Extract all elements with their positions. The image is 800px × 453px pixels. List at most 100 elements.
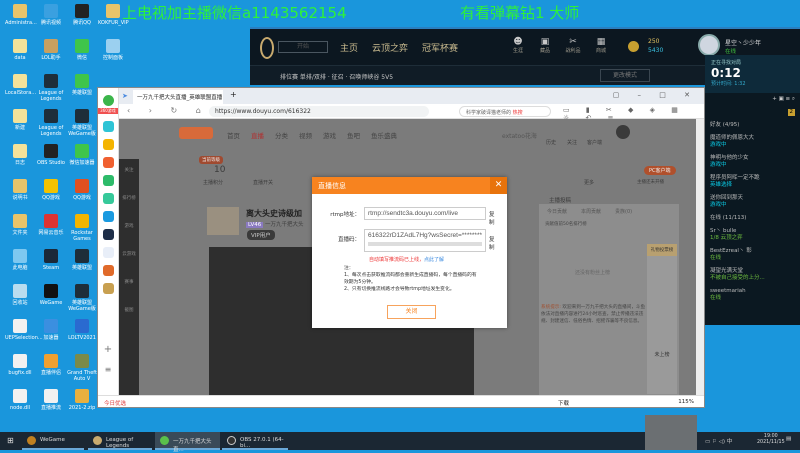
loot-icon[interactable]: ✂ 战利品 xyxy=(562,37,584,54)
desktop-icon[interactable]: 英雄联盟WeGame版 xyxy=(67,284,97,312)
nav-home[interactable]: 主页 xyxy=(340,41,358,54)
window-controls[interactable]: ▢ – □ ✕ xyxy=(613,91,698,99)
taskbar-obs[interactable]: OBS 27.0.1 (64-bi... xyxy=(222,432,288,450)
add-icon[interactable]: + xyxy=(98,344,118,355)
tab-noble[interactable]: 贵族(0) xyxy=(615,208,632,215)
desktop-icon[interactable]: 腾讯QQ xyxy=(67,4,97,26)
collection-icon[interactable]: ▣ 藏品 xyxy=(534,37,556,54)
desktop-icon[interactable]: WeGame xyxy=(36,284,66,306)
ime-indicator[interactable]: 中 xyxy=(727,439,733,445)
client-link[interactable]: 客户端 xyxy=(587,139,602,146)
code-scrollbar[interactable] xyxy=(368,242,482,246)
page-nav-item[interactable]: 分类 xyxy=(275,130,288,140)
desktop-icon[interactable]: LOL助手 xyxy=(36,39,66,61)
desktop-icon[interactable]: 英雄联盟 xyxy=(67,74,97,96)
notification-icon[interactable]: ▤ xyxy=(786,436,791,442)
left-nav-item[interactable]: 截图 xyxy=(119,299,139,327)
copy-rtmp-button[interactable]: 复制 xyxy=(489,210,495,226)
desktop-icon[interactable]: LOLTV2021 xyxy=(67,319,97,341)
game-app-icon[interactable] xyxy=(102,229,114,240)
browser-logo-icon[interactable] xyxy=(102,95,114,106)
friend-item[interactable]: 魔道师的佩恩大大 游戏中 xyxy=(705,132,800,152)
desktop-icon[interactable]: 英雄联盟WeGame版 xyxy=(67,109,97,137)
anchor-rank-link[interactable]: 主播投稿 xyxy=(549,196,571,204)
desktop-icon[interactable]: League of Legends xyxy=(36,109,66,137)
desktop-icon[interactable]: 英雄联盟 xyxy=(67,249,97,271)
game2-icon[interactable] xyxy=(102,265,114,276)
page-nav-item[interactable]: 视频 xyxy=(299,130,312,140)
history-link[interactable]: 历史 xyxy=(546,139,556,146)
online-group-header[interactable]: 在线 (11/113) xyxy=(705,212,800,225)
desktop-icon[interactable]: 日志 xyxy=(5,144,35,166)
left-nav-item[interactable]: 赛事 xyxy=(119,271,139,299)
toggle-label[interactable]: 直播开关 xyxy=(253,179,273,186)
desktop-icon[interactable]: Steam xyxy=(36,249,66,271)
desktop-icon[interactable]: UEPSelection... xyxy=(5,319,43,341)
desktop-icon[interactable]: bugfix.dll xyxy=(5,354,35,376)
game3-icon[interactable] xyxy=(102,283,114,294)
desktop-icon[interactable]: KOKFUR_VIP xyxy=(98,4,129,26)
store-icon[interactable]: ▦ 商城 xyxy=(590,37,612,54)
desktop-icon[interactable]: 控制面板 xyxy=(98,39,128,61)
gift-rank[interactable]: 礼物投票榜 xyxy=(647,244,677,256)
desktop-icon[interactable]: 说明书 xyxy=(5,179,35,201)
url-input[interactable]: https://www.douyu.com/616322 xyxy=(209,106,429,117)
follow-link[interactable]: 关注 xyxy=(567,139,577,146)
desktop-icon[interactable]: data xyxy=(5,39,35,61)
room-owner[interactable]: 一万九千把大头 xyxy=(265,222,304,228)
user-avatar[interactable] xyxy=(616,125,630,139)
douyu-logo[interactable] xyxy=(179,127,213,139)
friends-group-header[interactable]: 好友 (4/95) xyxy=(705,119,800,132)
desktop-icon[interactable]: node.dll xyxy=(5,389,35,411)
desktop-icon[interactable]: 文件夹 xyxy=(5,214,35,236)
change-mode-button[interactable]: 更改模式 xyxy=(600,69,650,82)
zoom-level[interactable]: 115% xyxy=(678,399,694,405)
page-search[interactable]: extatoo花海 xyxy=(502,131,537,140)
clock[interactable]: 19:00 2021/11/15 xyxy=(757,434,785,446)
friend-item[interactable]: BestEzreal丶 彰在线 xyxy=(705,245,800,265)
left-nav-item[interactable]: 云游戏 xyxy=(119,243,139,271)
left-nav-item[interactable]: 排行榜 xyxy=(119,187,139,215)
page-nav-item[interactable]: 直播 xyxy=(251,130,264,140)
new-tab-button[interactable]: + xyxy=(230,90,237,99)
taskbar-lol[interactable]: League of Legends xyxy=(88,432,152,450)
tab-douyu[interactable]: 一万九千把大头直播_英雄联盟直播 xyxy=(133,90,223,104)
friend-item[interactable]: 程序员阿晖一定不跪 英雄选择 xyxy=(705,172,800,192)
notif-badge[interactable]: 2 xyxy=(787,109,795,116)
close-icon[interactable]: ✕ xyxy=(490,177,507,194)
desktop-icon[interactable]: 2021-2.zip xyxy=(67,389,97,411)
page-nav-item[interactable]: 游戏 xyxy=(323,130,336,140)
left-nav-item[interactable]: 游戏 xyxy=(119,215,139,243)
close-button[interactable]: 关闭 xyxy=(387,305,436,319)
taskbar-wegame[interactable]: WeGame xyxy=(22,432,84,450)
desktop-icon[interactable]: 直播伴侣 xyxy=(36,354,66,376)
page-nav-item[interactable]: 鱼乐盛典 xyxy=(371,130,397,140)
desktop-icon[interactable]: 微信加速器 xyxy=(67,144,97,166)
mail-icon[interactable] xyxy=(102,175,114,186)
tray-icons[interactable]: ▭ ⚐ ◁) 中 xyxy=(705,437,732,445)
desktop-icon[interactable]: Administra... xyxy=(5,4,37,26)
friend-item[interactable]: sweetmariah 在线 xyxy=(705,285,800,305)
rtmp-field[interactable]: rtmp://sendtc3a.douyu.com/live xyxy=(364,207,486,220)
taskbar-browser[interactable]: 一万九千把大头直... xyxy=(155,432,220,453)
nav-clash[interactable]: 冠军杯赛 xyxy=(422,41,458,54)
status-left[interactable]: 今日优选 xyxy=(104,401,126,407)
desktop-icon[interactable]: 直播推流 xyxy=(36,389,66,411)
desktop-icon[interactable]: 新建 xyxy=(5,109,35,131)
desktop-icon[interactable]: League of Legends xyxy=(36,74,66,102)
menu-icon[interactable]: ≡ xyxy=(98,365,118,374)
sidebar-app-icon[interactable] xyxy=(102,121,114,132)
tab-today[interactable]: 今日贡献 xyxy=(547,208,567,215)
speed-icon[interactable]: ➤ xyxy=(122,92,128,100)
page-nav-item[interactable]: 首页 xyxy=(227,130,240,140)
desktop-icon[interactable]: QQ游戏 xyxy=(67,179,97,201)
desktop-icon[interactable]: 腾讯视频 xyxy=(36,4,66,26)
more-link[interactable]: 更多 xyxy=(584,179,594,186)
doc-icon[interactable] xyxy=(102,247,114,258)
desktop-icon[interactable]: Rockstar Games xyxy=(67,214,97,242)
friend-item[interactable]: 神明与他的少女 游戏中 xyxy=(705,152,800,172)
p-app-icon[interactable] xyxy=(102,211,114,222)
desktop-icon[interactable]: Grand Theft Auto V xyxy=(67,354,97,382)
desktop-icon[interactable]: 此电脑 xyxy=(5,249,35,271)
friend-item[interactable]: 凝望光满天堂 不被自己接受的上分... xyxy=(705,265,800,285)
